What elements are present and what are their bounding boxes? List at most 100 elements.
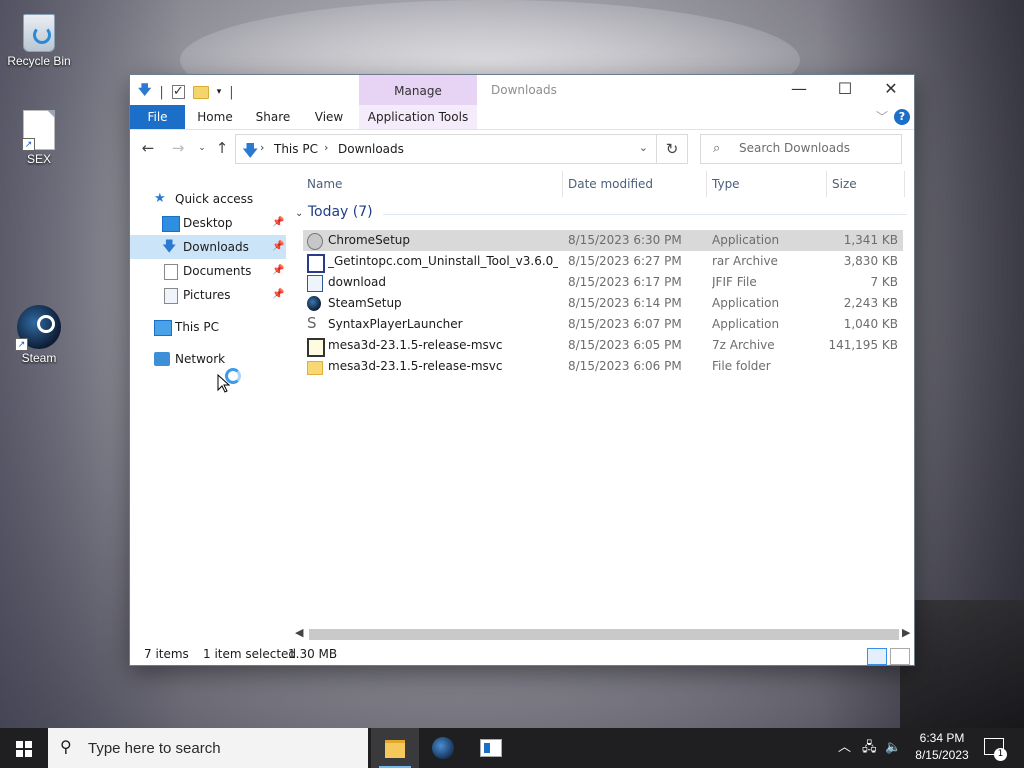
file-row-download[interactable]: download 8/15/2023 6:17 PM JFIF File 7 K… <box>303 272 903 293</box>
new-folder-icon[interactable] <box>192 85 209 99</box>
file-type: File folder <box>712 359 771 373</box>
nav-quick-access[interactable]: ★ Quick access <box>130 187 286 211</box>
file-explorer-window: 🡇 | ✓ ▾ | Manage Downloads — ☐ ✕ File Ho… <box>130 75 914 665</box>
taskbar-clock[interactable]: 6:34 PM 8/15/2023 <box>904 730 980 764</box>
scroll-right-icon[interactable]: ▶ <box>902 626 910 639</box>
column-divider[interactable] <box>706 171 707 197</box>
taskbar: ⚲ Type here to search ︿ 🖧 🔈 6:34 PM 8/15… <box>0 728 1024 768</box>
volume-icon[interactable]: 🔈 <box>885 728 901 768</box>
taskbar-search-box[interactable]: ⚲ Type here to search <box>48 728 368 768</box>
network-icon <box>154 352 170 366</box>
column-divider[interactable] <box>904 171 905 197</box>
search-box[interactable]: ⌕ <box>700 134 902 164</box>
desktop-icon-label: Steam <box>21 351 57 365</box>
taskbar-steam[interactable] <box>419 728 467 768</box>
status-selection: 1 item selected <box>203 647 297 661</box>
nav-downloads[interactable]: 🡇 Downloads 📌 <box>130 235 286 259</box>
tab-file[interactable]: File <box>130 105 185 129</box>
file-row-mesa3d-folder[interactable]: mesa3d-23.1.5-release-msvc 8/15/2023 6:0… <box>303 356 903 377</box>
pin-icon[interactable]: 📌 <box>272 211 284 235</box>
file-row-getintopc[interactable]: _Getintopc.com_Uninstall_Tool_v3.6.0_Bu.… <box>303 251 903 273</box>
show-hidden-icons-icon[interactable]: ︿ <box>838 728 851 768</box>
chevron-right-icon[interactable]: › <box>260 141 264 154</box>
help-icon[interactable]: ? <box>894 109 910 125</box>
breadcrumb-downloads[interactable]: Downloads <box>338 142 404 156</box>
details-view-button[interactable] <box>867 648 887 665</box>
tab-application-tools[interactable]: Application Tools <box>359 105 477 129</box>
minimize-button[interactable]: — <box>776 75 822 105</box>
status-size: 1.30 MB <box>288 647 338 661</box>
network-status-icon[interactable]: 🖧 <box>862 728 877 768</box>
breadcrumb-this-pc[interactable]: This PC <box>274 142 318 156</box>
nav-this-pc[interactable]: This PC <box>130 315 286 339</box>
column-header-name[interactable]: Name <box>307 171 342 197</box>
syntax-app-icon: S <box>307 314 317 332</box>
recent-locations-button[interactable]: ⌄ <box>192 138 212 158</box>
chevron-down-icon[interactable]: ⌄ <box>639 141 648 154</box>
properties-icon[interactable]: ✓ <box>171 85 185 99</box>
downloads-arrow-icon: 🡇 <box>162 239 177 255</box>
forward-button[interactable]: → <box>168 138 188 158</box>
downloads-arrow-icon: 🡇 <box>138 83 152 98</box>
back-button[interactable]: ← <box>138 138 158 158</box>
toolbar-divider: | <box>159 84 164 100</box>
customize-toolbar-icon[interactable]: ▾ <box>217 87 222 97</box>
file-row-chromesetup[interactable]: ChromeSetup 8/15/2023 6:30 PM Applicatio… <box>303 230 903 251</box>
desktop-icon-steam[interactable]: ↗ Steam <box>1 305 77 365</box>
column-header-date[interactable]: Date modified <box>568 171 653 197</box>
start-button[interactable] <box>0 728 48 768</box>
tab-share[interactable]: Share <box>250 105 296 129</box>
tab-manage[interactable]: Manage <box>359 75 477 105</box>
group-header-today[interactable]: ⌄ Today (7) <box>295 204 907 220</box>
nav-pictures[interactable]: Pictures 📌 <box>130 283 286 307</box>
horizontal-scrollbar[interactable]: ◀ ▶ <box>295 626 912 641</box>
file-row-syntaxplayerlauncher[interactable]: S SyntaxPlayerLauncher 8/15/2023 6:07 PM… <box>303 314 903 335</box>
maximize-button[interactable]: ☐ <box>822 75 868 105</box>
file-size: 2,243 KB <box>843 296 898 310</box>
address-bar[interactable]: 🡇 › This PC › Downloads ⌄ <box>235 134 657 164</box>
search-input[interactable] <box>737 140 897 156</box>
file-type: 7z Archive <box>712 338 775 352</box>
windows-logo-icon <box>16 741 32 757</box>
file-icon: ↗ <box>22 110 55 151</box>
pin-icon[interactable]: 📌 <box>272 235 284 259</box>
file-name: mesa3d-23.1.5-release-msvc <box>328 338 503 352</box>
file-date: 8/15/2023 6:30 PM <box>568 233 682 247</box>
large-icons-view-button[interactable] <box>890 648 910 665</box>
file-row-mesa3d-7z[interactable]: mesa3d-23.1.5-release-msvc 8/15/2023 6:0… <box>303 335 903 357</box>
refresh-button[interactable]: ↻ <box>656 134 688 164</box>
pin-icon[interactable]: 📌 <box>272 259 284 283</box>
nav-network[interactable]: Network <box>130 347 286 371</box>
column-header-type[interactable]: Type <box>712 171 740 197</box>
column-divider[interactable] <box>826 171 827 197</box>
nav-documents[interactable]: Documents 📌 <box>130 259 286 283</box>
column-header-size[interactable]: Size <box>832 171 857 197</box>
file-date: 8/15/2023 6:06 PM <box>568 359 682 373</box>
taskbar-app-window[interactable] <box>467 728 515 768</box>
scrollbar-thumb[interactable] <box>309 629 899 640</box>
search-icon: ⚲ <box>60 737 72 756</box>
scroll-left-icon[interactable]: ◀ <box>295 626 303 639</box>
status-item-count: 7 items <box>144 647 189 661</box>
file-name: download <box>328 275 387 289</box>
up-button[interactable]: ↑ <box>212 138 232 158</box>
pin-icon[interactable]: 📌 <box>272 283 284 307</box>
file-name: ChromeSetup <box>328 233 410 247</box>
star-icon: ★ <box>154 191 166 206</box>
desktop-icon-sex[interactable]: ↗ SEX <box>1 108 77 166</box>
close-button[interactable]: ✕ <box>868 75 914 105</box>
file-row-steamsetup[interactable]: SteamSetup 8/15/2023 6:14 PM Application… <box>303 293 903 314</box>
chevron-right-icon[interactable]: › <box>324 141 328 154</box>
image-file-icon <box>307 275 323 292</box>
file-size: 3,830 KB <box>843 254 898 268</box>
expand-ribbon-icon[interactable]: ﹀ <box>876 108 888 125</box>
desktop-icon-recycle-bin[interactable]: Recycle Bin <box>1 10 77 68</box>
file-date: 8/15/2023 6:05 PM <box>568 338 682 352</box>
taskbar-file-explorer[interactable] <box>371 728 419 768</box>
title-bar[interactable]: 🡇 | ✓ ▾ | Manage Downloads — ☐ ✕ <box>130 75 914 105</box>
column-divider[interactable] <box>562 171 563 197</box>
tab-view[interactable]: View <box>306 105 352 129</box>
tab-home[interactable]: Home <box>192 105 238 129</box>
nav-desktop[interactable]: Desktop 📌 <box>130 211 286 235</box>
nav-label: Quick access <box>175 192 254 206</box>
